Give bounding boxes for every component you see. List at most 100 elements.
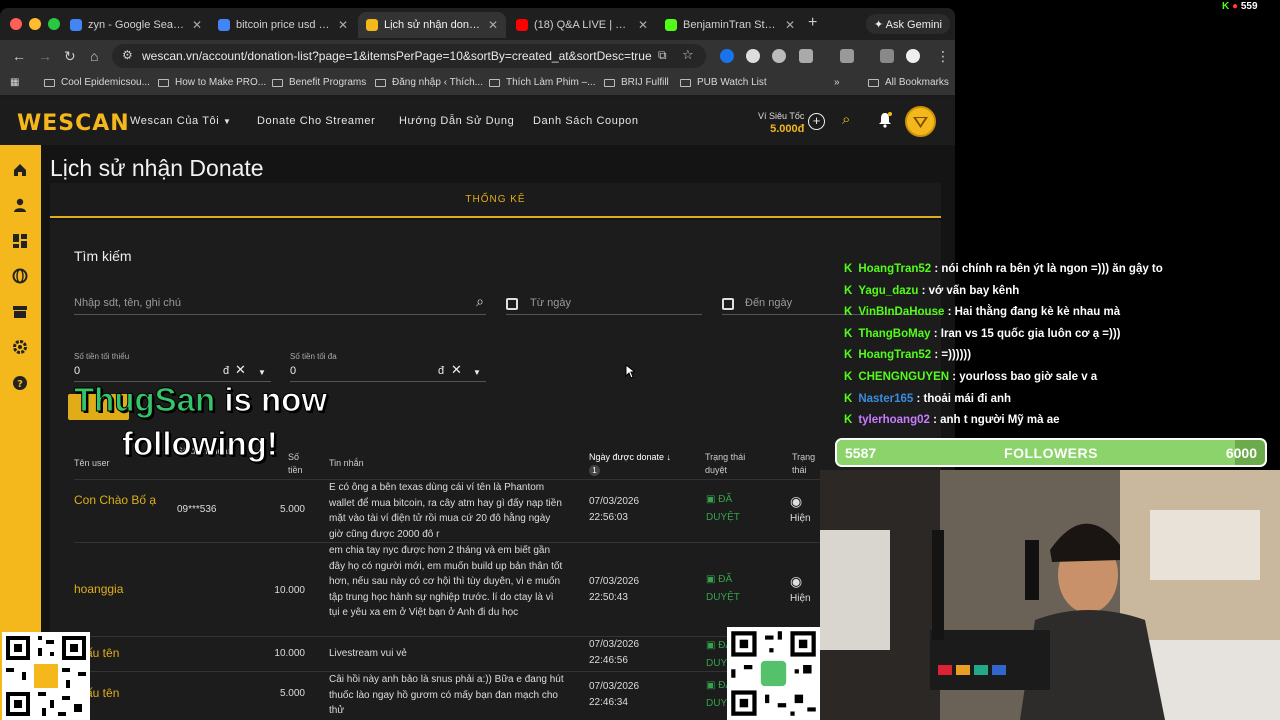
chat-message: K CHENGNGUYEN : yourloss bao giờ sale v a	[844, 371, 1097, 383]
nav-guide[interactable]: Hướng Dẫn Sử Dụng	[399, 115, 514, 127]
qr-code-right	[727, 627, 820, 720]
caret-down-icon[interactable]: ▼	[473, 368, 481, 377]
close-tab-icon[interactable]: ✕	[192, 18, 202, 32]
new-tab-icon[interactable]: +	[808, 14, 817, 32]
kick-badge-icon: K	[844, 414, 853, 426]
zoom-window-button[interactable]	[48, 18, 60, 30]
browser-tab[interactable]: BenjaminTran Stream - ✕	[657, 12, 803, 38]
col-date[interactable]: Ngày được donate ↓ 1	[589, 451, 671, 477]
col-message[interactable]: Tin nhắn	[329, 457, 364, 470]
nav-donate-streamer[interactable]: Donate Cho Streamer	[257, 115, 375, 127]
bookmark-item[interactable]: BRIJ Fulfill	[604, 77, 669, 88]
youtube-icon	[516, 19, 528, 31]
browser-tab[interactable]: zyn - Google Search ✕	[62, 12, 210, 38]
date: 07/03/2026	[589, 576, 640, 587]
more-bookmarks-icon[interactable]: »	[834, 77, 840, 88]
sort-badge: 1	[589, 465, 600, 476]
minimize-window-button[interactable]	[29, 18, 41, 30]
bookmark-item[interactable]: Benefit Programs	[272, 77, 366, 88]
search-icon[interactable]: ⌕	[476, 293, 484, 310]
nav-my-wescan[interactable]: Wescan Của Tôi ▼	[130, 115, 232, 127]
close-tab-icon[interactable]: ✕	[638, 18, 648, 32]
chat-message: K VinBInDaHouse : Hai thằng đang kè kè nh…	[844, 306, 1120, 318]
reading-list-icon[interactable]	[880, 49, 894, 63]
user-avatar[interactable]	[905, 106, 936, 137]
bookmark-item[interactable]: Cool Epidemicsou...	[44, 77, 150, 88]
max-amount-input[interactable]: Số tiền tối đa 0 đ ✕ ▼	[290, 352, 486, 382]
site-info-icon[interactable]: ⚙	[122, 48, 133, 62]
profile-icon[interactable]	[906, 49, 920, 63]
dashboard-icon[interactable]	[12, 233, 28, 249]
col-amount[interactable]: Số tiền	[288, 451, 308, 477]
caret-down-icon[interactable]: ▼	[258, 368, 266, 377]
extensions-puzzle-icon[interactable]	[799, 49, 813, 63]
install-app-icon[interactable]: ⧉	[658, 48, 667, 63]
top-up-icon[interactable]: +	[808, 113, 825, 130]
store-icon[interactable]	[12, 304, 28, 320]
wescan-logo[interactable]: WESCAN	[17, 111, 130, 136]
bookmark-star-icon[interactable]: ☆	[682, 47, 694, 63]
home-icon[interactable]: ⌂	[90, 48, 98, 64]
tab-search-icon[interactable]	[840, 49, 854, 63]
clear-icon[interactable]: ✕	[451, 362, 462, 378]
close-tab-icon[interactable]: ✕	[338, 18, 348, 32]
bookmark-item[interactable]: PUB Watch List	[680, 77, 767, 88]
help-icon[interactable]: ?	[12, 375, 28, 391]
follow-alert-text: is now	[215, 381, 328, 419]
eye-icon[interactable]: ◉	[790, 573, 802, 590]
reload-icon[interactable]: ↻	[64, 48, 76, 65]
extension-icon[interactable]	[720, 49, 734, 63]
caret-down-icon: ▼	[222, 117, 232, 126]
forward-icon[interactable]: →	[38, 48, 52, 64]
user-name[interactable]: Con Chào Bố ạ	[74, 491, 164, 510]
home-icon[interactable]	[12, 162, 28, 178]
chat-text: : anh t người Mỹ mà ae	[933, 414, 1060, 426]
gear-icon[interactable]	[12, 339, 28, 355]
apps-icon[interactable]: ▦	[10, 77, 19, 88]
tab-statistics[interactable]: THỐNG KÊ	[50, 183, 941, 218]
time: 22:46:34	[589, 697, 628, 708]
clear-icon[interactable]: ✕	[235, 362, 246, 378]
col-user[interactable]: Tên user	[74, 457, 110, 470]
close-window-button[interactable]	[10, 18, 22, 30]
col-state[interactable]: Trạng thái	[792, 451, 822, 477]
close-tab-icon[interactable]: ✕	[488, 18, 498, 32]
extension-icon[interactable]	[772, 49, 786, 63]
bell-icon[interactable]	[878, 112, 892, 128]
ask-gemini-button[interactable]: ✦ Ask Gemini	[866, 14, 950, 34]
browser-tab[interactable]: bitcoin price usd - Goo ✕	[210, 12, 356, 38]
min-amount-input[interactable]: Số tiền tối thiểu 0 đ ✕ ▼	[74, 352, 271, 382]
bookmark-item[interactable]: How to Make PRO...	[158, 77, 266, 88]
table-row[interactable]: Con Chào Bố ạ 09***536 5.000 E có ông a …	[74, 479, 941, 542]
wescan-icon	[366, 19, 378, 31]
address-bar[interactable]: ⚙ wescan.vn/account/donation-list?page=1…	[112, 44, 706, 68]
user-name[interactable]: hoanggia	[74, 580, 123, 599]
browser-tab-active[interactable]: Lịch sử nhận donate | W ✕	[358, 12, 506, 38]
globe-icon[interactable]	[12, 268, 28, 284]
currency-unit: đ	[223, 365, 230, 377]
extension-icon[interactable]	[746, 49, 760, 63]
close-tab-icon[interactable]: ✕	[785, 18, 795, 32]
search-input[interactable]: Nhập sdt, tên, ghi chú ⌕	[74, 288, 486, 315]
tab-title: Lịch sử nhận donate | W	[384, 19, 482, 31]
svg-text:?: ?	[17, 379, 23, 390]
back-icon[interactable]: ←	[12, 48, 26, 64]
search-icon[interactable]: ⌕	[842, 111, 850, 128]
follower-name: ThugSan	[73, 381, 216, 419]
eye-icon[interactable]: ◉	[790, 493, 802, 510]
from-date-input[interactable]: Từ ngày	[506, 288, 702, 315]
browser-tab[interactable]: (18) Q&A LIVE | Điểm L ✕	[508, 12, 656, 38]
all-bookmarks[interactable]: All Bookmarks	[868, 77, 949, 88]
nav-coupons[interactable]: Danh Sách Coupon	[533, 115, 639, 127]
more-menu-icon[interactable]: ⋮	[936, 48, 950, 65]
table-row[interactable]: hoanggia 10.000 em chia tay nyc được hơn…	[74, 542, 941, 636]
bookmark-item[interactable]: Đăng nhập ‹ Thích...	[375, 77, 483, 88]
col-approval[interactable]: Trạng thái duyệt	[705, 451, 755, 477]
wallet-balance[interactable]: Ví Siêu Tốc 5.000đ	[758, 110, 804, 136]
user-icon[interactable]	[12, 197, 28, 213]
bookmark-item[interactable]: Thích Làm Phim –...	[489, 77, 595, 88]
chat-username: VinBInDaHouse	[858, 306, 945, 318]
approval-status: ▣ ĐÃ DUYỆT	[706, 571, 756, 607]
kick-badge-icon: K	[844, 306, 853, 318]
phone: 09***536	[177, 504, 217, 515]
